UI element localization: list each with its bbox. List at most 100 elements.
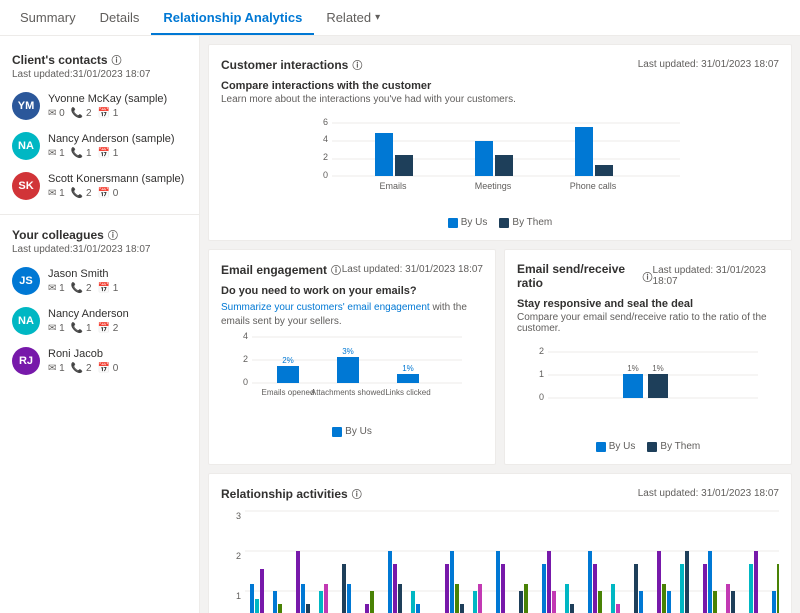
content-area: Customer interactions ⓘ Last updated: 31… xyxy=(200,36,800,613)
colleagues-title: Your colleagues ⓘ xyxy=(0,223,199,244)
tab-summary[interactable]: Summary xyxy=(8,2,88,35)
contact-name-nancy-b: Nancy Anderson xyxy=(48,307,187,321)
contact-item-jason[interactable]: JS Jason Smith ✉ 1 📞 2 📅 1 xyxy=(0,261,199,301)
svg-text:Attachments showed: Attachments showed xyxy=(311,388,385,397)
info-icon-colleagues[interactable]: ⓘ xyxy=(108,227,118,242)
svg-text:4: 4 xyxy=(243,331,248,341)
contact-stats-roni: ✉ 1 📞 2 📅 0 xyxy=(48,363,187,374)
activities-chart-scroll: 4 Oct 6 Oct 8 Oct 10 Oct 12 Oct 14 Oct 1… xyxy=(245,509,779,613)
tab-relationship-analytics[interactable]: Relationship Analytics xyxy=(151,2,314,35)
contact-item-roni[interactable]: RJ Roni Jacob ✉ 1 📞 2 📅 0 xyxy=(0,341,199,381)
info-icon-email-ratio[interactable]: ⓘ xyxy=(643,269,653,284)
svg-text:Emails opened: Emails opened xyxy=(262,388,315,397)
email-engagement-desc-link: Summarize your customers' email engageme… xyxy=(221,302,432,313)
customer-interactions-last-updated: Last updated: 31/01/2023 18:07 xyxy=(638,59,779,70)
email-ratio-legend: By Us By Them xyxy=(596,441,701,452)
customer-interactions-legend: By Us By Them xyxy=(448,217,553,228)
legend-dot-email-by-us xyxy=(332,427,342,437)
contact-name-yvonne: Yvonne McKay (sample) xyxy=(48,92,187,106)
svg-text:Emails: Emails xyxy=(379,181,407,191)
email-engagement-legend: By Us xyxy=(332,426,372,437)
activities-title: Relationship activities ⓘ xyxy=(221,486,362,501)
contact-item-scott[interactable]: SK Scott Konersmann (sample) ✉ 1 📞 2 📅 0 xyxy=(0,166,199,206)
info-icon-email-engagement[interactable]: ⓘ xyxy=(331,262,341,277)
sidebar-divider xyxy=(0,214,199,215)
customer-interactions-title: Customer interactions ⓘ xyxy=(221,57,362,72)
customer-interactions-desc: Learn more about the interactions you've… xyxy=(221,94,779,105)
contact-stats-nancy-a: ✉ 1 📞 1 📅 1 xyxy=(48,148,187,159)
activities-chart-wrapper: 3 2 1 0 xyxy=(221,509,779,613)
contact-stats-nancy-b: ✉ 1 📞 1 📅 2 xyxy=(48,323,187,334)
contact-item-nancy-a[interactable]: NA Nancy Anderson (sample) ✉ 1 📞 1 📅 1 xyxy=(0,126,199,166)
email-ratio-desc: Compare your email send/receive ratio to… xyxy=(517,312,779,334)
tab-bar: Summary Details Relationship Analytics R… xyxy=(0,0,800,36)
svg-text:Meetings: Meetings xyxy=(475,181,512,191)
main-content: Client's contacts ⓘ Last updated:31/01/2… xyxy=(0,36,800,613)
customer-interactions-svg: 6 4 2 0 xyxy=(310,113,690,213)
svg-text:1%: 1% xyxy=(627,364,639,373)
contact-item-nancy-b[interactable]: NA Nancy Anderson ✉ 1 📞 1 📅 2 xyxy=(0,301,199,341)
svg-text:0: 0 xyxy=(323,170,328,180)
customer-interactions-chart: 6 4 2 0 xyxy=(221,113,779,228)
email-engagement-chart: 4 2 0 2% 3% xyxy=(221,327,483,437)
avatar-roni: RJ xyxy=(12,347,40,375)
email-engagement-last-updated: Last updated: 31/01/2023 18:07 xyxy=(342,264,483,275)
customer-interactions-subtitle: Compare interactions with the customer xyxy=(221,80,779,92)
avatar-jason: JS xyxy=(12,267,40,295)
contact-stats-jason: ✉ 1 📞 2 📅 1 xyxy=(48,283,187,294)
svg-text:Links clicked: Links clicked xyxy=(385,388,430,397)
tab-details[interactable]: Details xyxy=(88,2,152,35)
legend-dot-ratio-by-them xyxy=(647,442,657,452)
email-engagement-title: Email engagement ⓘ xyxy=(221,262,341,277)
info-icon-clients[interactable]: ⓘ xyxy=(112,52,122,67)
chevron-down-icon: ▾ xyxy=(375,12,380,23)
email-ratio-svg: 2 1 0 1% 1% xyxy=(528,342,768,437)
avatar-yvonne: YM xyxy=(12,92,40,120)
avatar-scott: SK xyxy=(12,172,40,200)
svg-text:0: 0 xyxy=(243,377,248,387)
svg-text:0: 0 xyxy=(539,392,544,402)
legend-dot-ratio-by-us xyxy=(596,442,606,452)
email-ratio-subtitle: Stay responsive and seal the deal xyxy=(517,298,779,310)
contact-name-scott: Scott Konersmann (sample) xyxy=(48,172,187,186)
avatar-nancy-b: NA xyxy=(12,307,40,335)
svg-text:Phone calls: Phone calls xyxy=(570,181,617,191)
svg-text:1: 1 xyxy=(539,369,544,379)
email-ratio-last-updated: Last updated: 31/01/2023 18:07 xyxy=(653,265,779,287)
svg-text:2%: 2% xyxy=(282,356,294,365)
svg-text:4: 4 xyxy=(323,134,328,144)
legend-dot-by-them xyxy=(499,218,509,228)
svg-text:1%: 1% xyxy=(402,364,414,373)
email-ratio-chart: 2 1 0 1% 1% xyxy=(517,342,779,452)
svg-text:3%: 3% xyxy=(342,347,354,356)
bottom-row: Email engagement ⓘ Last updated: 31/01/2… xyxy=(208,249,792,465)
sidebar: Client's contacts ⓘ Last updated:31/01/2… xyxy=(0,36,200,613)
contact-stats-scott: ✉ 1 📞 2 📅 0 xyxy=(48,188,187,199)
info-icon-interactions[interactable]: ⓘ xyxy=(352,57,362,72)
email-engagement-subtitle: Do you need to work on your emails? xyxy=(221,285,483,297)
relationship-activities-card: Relationship activities ⓘ Last updated: … xyxy=(208,473,792,613)
avatar-nancy-a: NA xyxy=(12,132,40,160)
activities-last-updated: Last updated: 31/01/2023 18:07 xyxy=(638,488,779,499)
clients-last-updated: Last updated:31/01/2023 18:07 xyxy=(0,69,199,86)
tab-related[interactable]: Related ▾ xyxy=(314,2,392,35)
clients-contacts-title: Client's contacts ⓘ xyxy=(0,48,199,69)
svg-text:6: 6 xyxy=(323,117,328,127)
contact-name-roni: Roni Jacob xyxy=(48,347,187,361)
y-axis-labels: 3 2 1 0 xyxy=(221,509,245,613)
svg-text:1%: 1% xyxy=(652,364,664,373)
svg-text:2: 2 xyxy=(539,346,544,356)
legend-dot-by-us xyxy=(448,218,458,228)
svg-text:2: 2 xyxy=(323,152,328,162)
customer-interactions-card: Customer interactions ⓘ Last updated: 31… xyxy=(208,44,792,241)
info-icon-activities[interactable]: ⓘ xyxy=(352,486,362,501)
email-ratio-title: Email send/receive ratio ⓘ xyxy=(517,262,653,290)
email-engagement-svg: 4 2 0 2% 3% xyxy=(232,327,472,422)
contact-name-jason: Jason Smith xyxy=(48,267,187,281)
contact-item-yvonne[interactable]: YM Yvonne McKay (sample) ✉ 0 📞 2 📅 1 xyxy=(0,86,199,126)
activities-svg: 4 Oct 6 Oct 8 Oct 10 Oct 12 Oct 14 Oct 1… xyxy=(245,509,779,613)
contact-name-nancy-a: Nancy Anderson (sample) xyxy=(48,132,187,146)
email-engagement-card: Email engagement ⓘ Last updated: 31/01/2… xyxy=(208,249,496,465)
contact-stats-yvonne: ✉ 0 📞 2 📅 1 xyxy=(48,108,187,119)
email-ratio-card: Email send/receive ratio ⓘ Last updated:… xyxy=(504,249,792,465)
